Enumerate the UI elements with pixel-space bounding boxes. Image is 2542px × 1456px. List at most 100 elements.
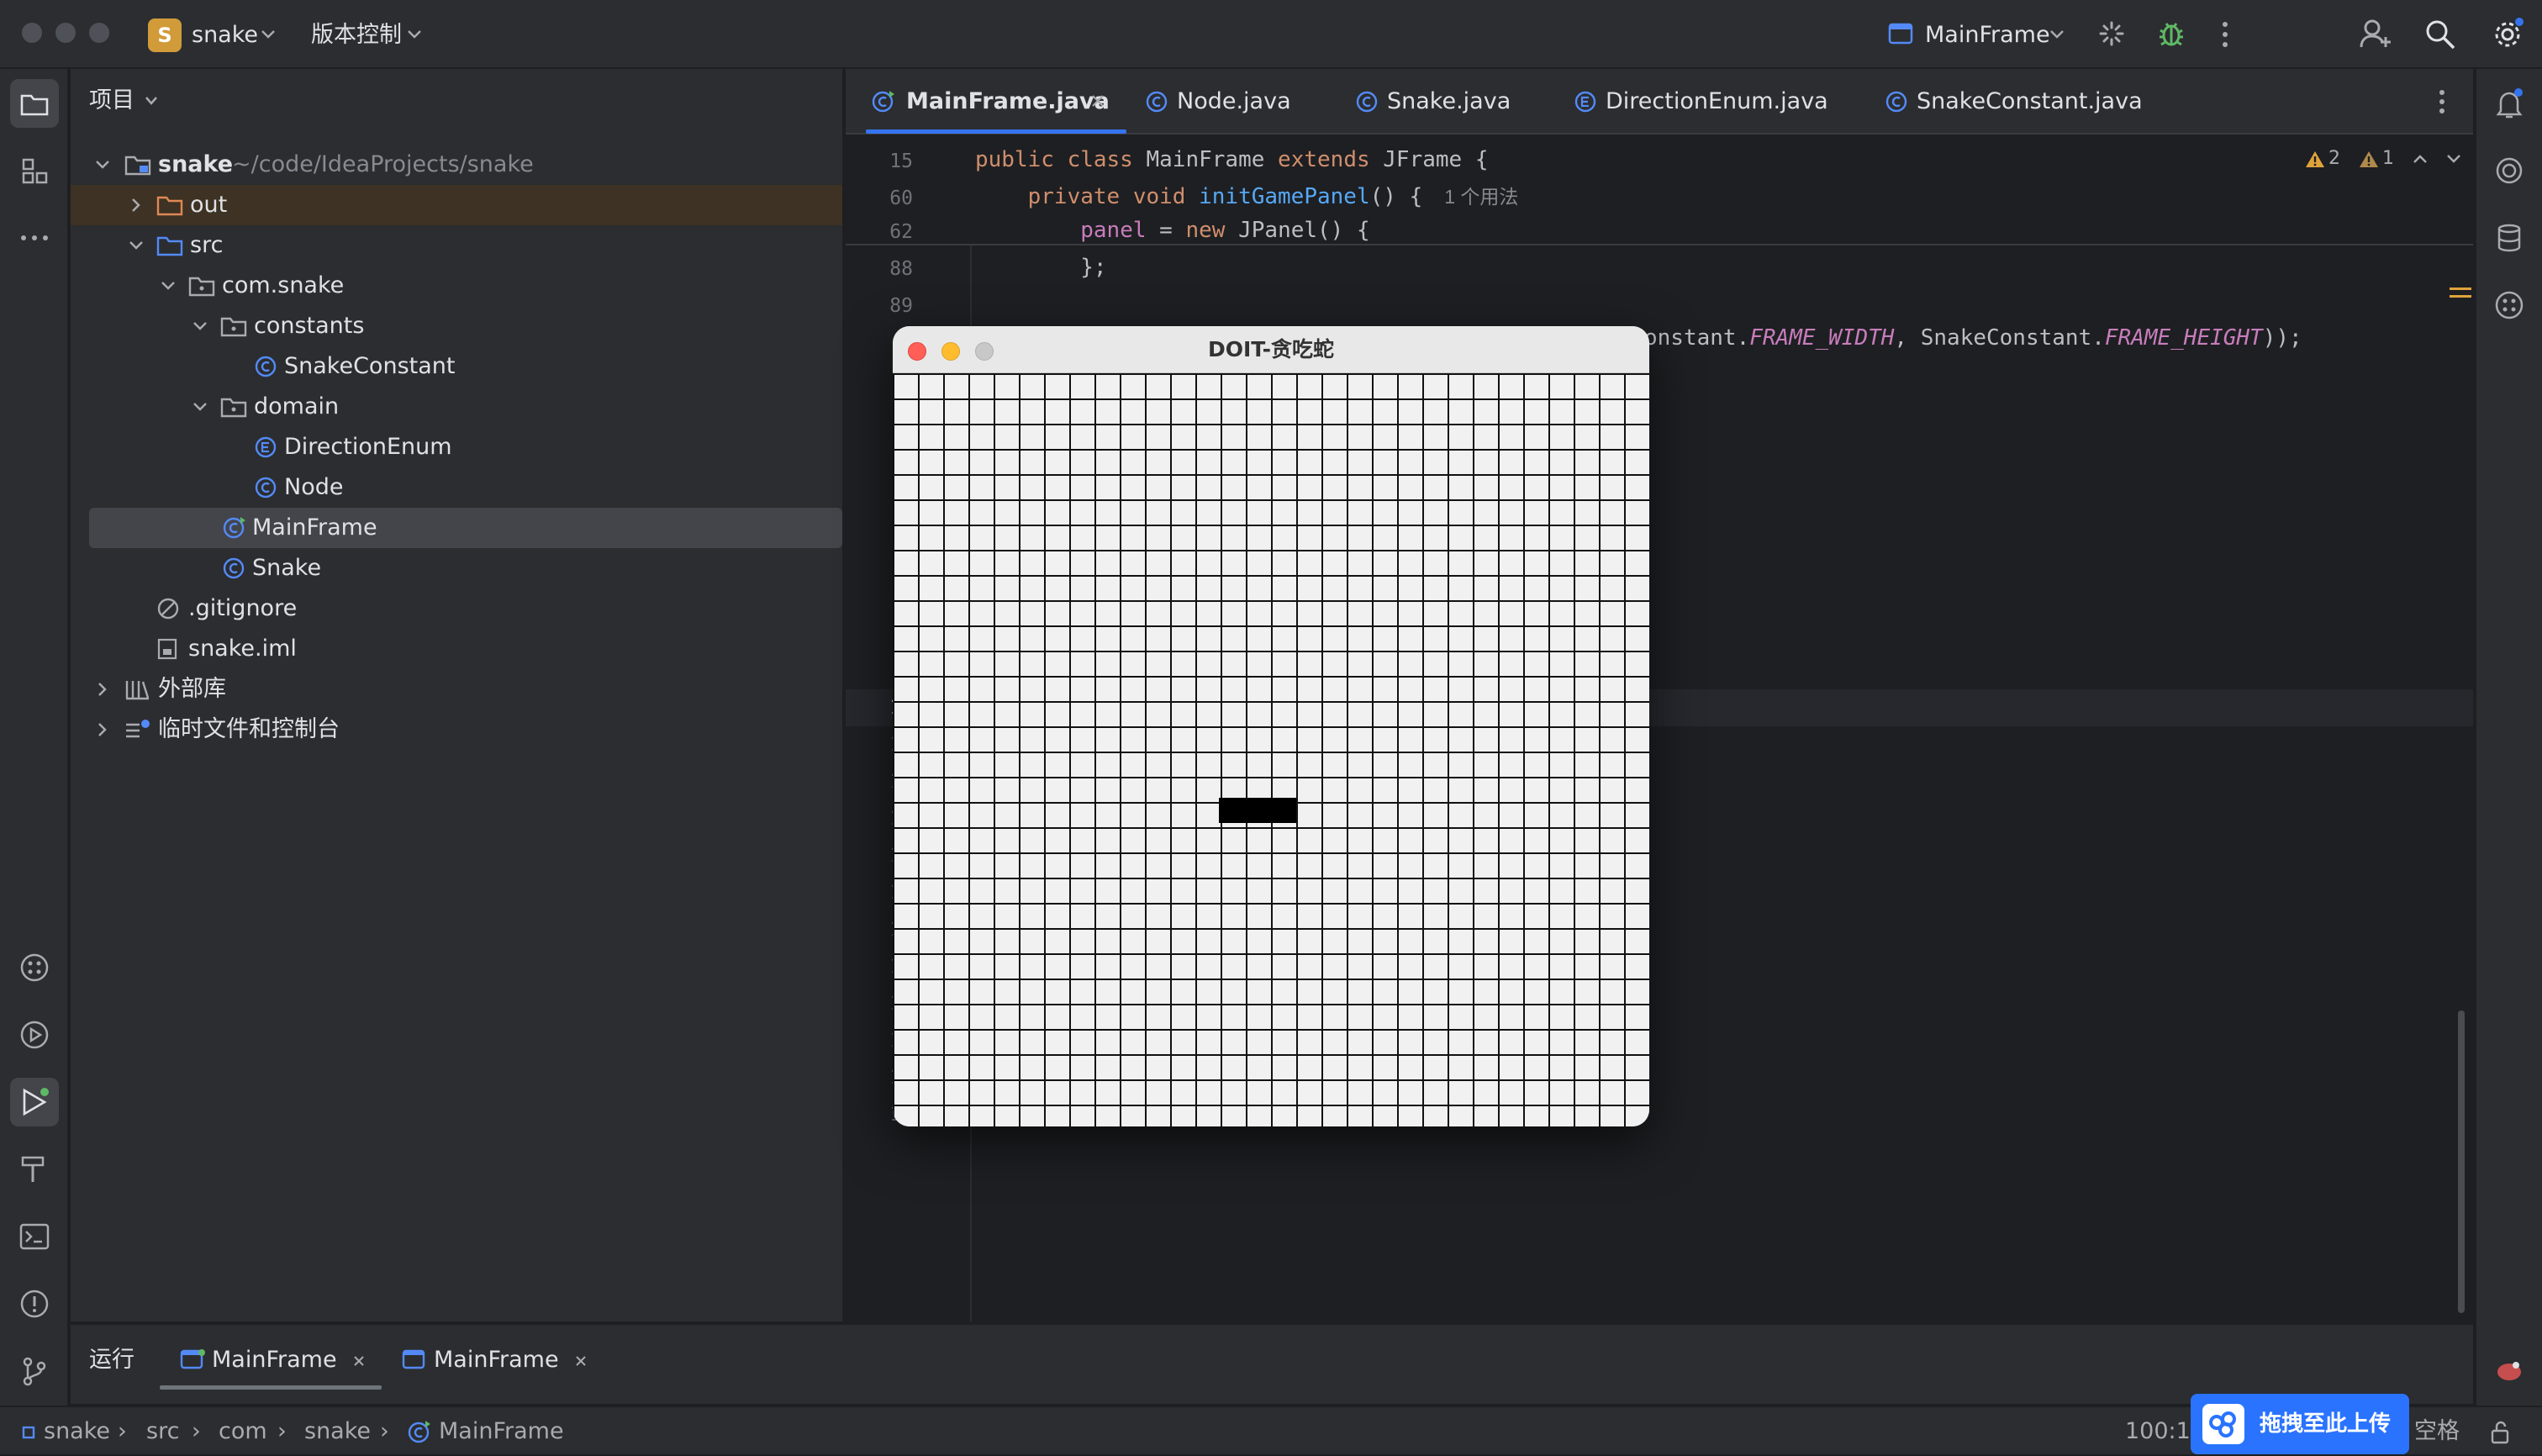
run-tab-mainframe-2[interactable]: MainFrame: [402, 1343, 604, 1377]
indent-setting[interactable]: 空格: [2414, 1407, 2460, 1456]
snake-body: [1219, 798, 1296, 823]
tab-label: DirectionEnum.java: [1606, 88, 1828, 114]
tab-label: Node.java: [1177, 88, 1291, 114]
tree-node-out[interactable]: out: [71, 185, 842, 225]
run-config-selector[interactable]: MainFrame: [1925, 18, 2050, 52]
run-tool-icon[interactable]: [10, 1078, 59, 1126]
game-close-button[interactable]: [908, 342, 926, 361]
line-number: 60: [889, 187, 913, 209]
problems-tool-icon[interactable]: [10, 1279, 59, 1328]
code-token: public class: [975, 147, 1147, 172]
project-tool-icon[interactable]: [10, 79, 59, 128]
terminal-tool-icon[interactable]: [10, 1212, 59, 1261]
editor-scrollbar[interactable]: [2458, 1010, 2465, 1313]
tree-node-constants[interactable]: constants: [71, 306, 842, 346]
close-icon[interactable]: [353, 1355, 365, 1367]
settings-gear-icon[interactable]: [2492, 17, 2525, 50]
game-zoom-button[interactable]: [975, 342, 994, 361]
window-close-button[interactable]: [22, 23, 42, 43]
game-board-grid[interactable]: [893, 373, 1649, 1126]
database-icon[interactable]: [2485, 214, 2534, 262]
loading-spinner-icon[interactable]: [2098, 20, 2125, 47]
chevron-down-icon[interactable]: [128, 237, 145, 254]
drag-upload-button[interactable]: 拖拽至此上传: [2191, 1394, 2409, 1454]
tree-node-directionenum[interactable]: DirectionEnum: [71, 427, 842, 467]
code-token: private void: [975, 184, 1200, 209]
code-line[interactable]: private void initGamePanel() {1 个用法: [975, 180, 1519, 214]
tree-node-com-snake[interactable]: com.snake: [71, 266, 842, 306]
build-hammer-icon[interactable]: [10, 1145, 59, 1194]
tree-node-node[interactable]: Node: [71, 467, 842, 508]
breadcrumb-item[interactable]: src: [146, 1407, 179, 1456]
code-line[interactable]: };: [975, 251, 1106, 284]
code-line[interactable]: public class MainFrame extends JFrame {: [975, 143, 1489, 177]
tab-mainframe-java[interactable]: MainFrame.java: [866, 69, 1126, 135]
run-tab-mainframe-1[interactable]: MainFrame: [180, 1343, 382, 1377]
services-tool-icon[interactable]: [10, 1010, 59, 1059]
vcs-menu[interactable]: 版本控制: [311, 18, 402, 52]
project-name[interactable]: snake: [192, 18, 258, 52]
game-minimize-button[interactable]: [941, 342, 960, 361]
add-user-icon[interactable]: [2359, 17, 2392, 50]
project-panel-title[interactable]: 项目: [89, 84, 134, 118]
close-icon[interactable]: [1091, 94, 1105, 108]
coverage-icon[interactable]: [2485, 1347, 2534, 1395]
chevron-down-icon[interactable]: [2446, 153, 2461, 165]
structure-tool-icon[interactable]: [10, 146, 59, 195]
tree-node-snake[interactable]: snake ~/code/IdeaProjects/snake: [71, 145, 842, 185]
warning-stripe-marker[interactable]: [2450, 288, 2471, 298]
tree-node-snake-class[interactable]: Snake: [71, 548, 842, 588]
more-tools-icon[interactable]: [10, 214, 59, 262]
ai-assistant-icon[interactable]: [2485, 146, 2534, 195]
breadcrumb-item[interactable]: com: [219, 1407, 267, 1456]
plugins-tool-icon[interactable]: [10, 943, 59, 992]
tree-node-gitignore[interactable]: .gitignore: [71, 588, 842, 629]
tab-snakeconstant-java[interactable]: SnakeConstant.java: [1880, 69, 2216, 135]
tree-node-scratches[interactable]: 临时文件和控制台: [71, 710, 842, 750]
window-minimize-button[interactable]: [55, 23, 76, 43]
close-icon[interactable]: [575, 1355, 587, 1367]
project-badge[interactable]: S: [148, 18, 182, 52]
breadcrumb-item[interactable]: MainFrame: [439, 1407, 564, 1456]
code-line[interactable]: onstant.FRAME_WIDTH, SnakeConstant.FRAME…: [1644, 321, 2302, 355]
chevron-down-icon[interactable]: [192, 318, 208, 335]
tree-node-snakeconstant[interactable]: SnakeConstant: [71, 346, 842, 387]
chevron-right-icon[interactable]: [128, 197, 145, 214]
tree-label: MainFrame: [252, 514, 377, 541]
title-bar: S snake 版本控制 MainFrame: [0, 0, 2542, 69]
more-vertical-icon[interactable]: [2438, 89, 2446, 114]
git-branch-icon[interactable]: [10, 1347, 59, 1395]
run-panel-title[interactable]: 运行: [89, 1343, 134, 1377]
debug-bug-icon[interactable]: [2157, 18, 2186, 49]
plugin-tool-icon[interactable]: [2485, 281, 2534, 330]
tree-node-src[interactable]: src: [71, 225, 842, 266]
usage-hint[interactable]: 1 个用法: [1444, 186, 1518, 208]
breadcrumb-item[interactable]: snake: [44, 1407, 110, 1456]
tree-node-snake-iml[interactable]: snake.iml: [71, 629, 842, 669]
chevron-up-icon[interactable]: [2413, 153, 2428, 165]
breadcrumb-item[interactable]: snake: [304, 1407, 371, 1456]
chevron-down-icon[interactable]: [94, 156, 111, 173]
cursor-position[interactable]: 100:1: [2125, 1407, 2191, 1456]
chevron-right-icon: ›: [277, 1418, 287, 1444]
tree-node-external-libraries[interactable]: 外部库: [71, 669, 842, 710]
more-vertical-icon[interactable]: [2221, 20, 2229, 49]
notifications-bell-icon[interactable]: [2485, 79, 2534, 128]
chevron-right-icon[interactable]: [94, 681, 111, 698]
tab-node-java[interactable]: Node.java: [1140, 69, 1358, 135]
window-zoom-button[interactable]: [89, 23, 109, 43]
line-number: 88: [889, 258, 913, 280]
chevron-down-icon[interactable]: [160, 277, 177, 294]
tab-snake-java[interactable]: Snake.java: [1350, 69, 1569, 135]
search-icon[interactable]: [2424, 18, 2456, 50]
code-line[interactable]: panel = new JPanel() {: [975, 214, 1369, 247]
tab-directionenum-java[interactable]: DirectionEnum.java: [1569, 69, 1871, 135]
game-window-title[interactable]: DOIT-贪吃蛇: [893, 326, 1649, 373]
status-bar: snake › src › com › snake › MainFrame 10…: [0, 1406, 2542, 1454]
tree-node-mainframe[interactable]: MainFrame: [71, 508, 842, 548]
chevron-down-icon[interactable]: [192, 398, 208, 415]
tree-node-domain[interactable]: domain: [71, 387, 842, 427]
code-token: , SnakeConstant.: [1894, 325, 2105, 351]
chevron-right-icon[interactable]: [94, 721, 111, 738]
lock-icon[interactable]: [2490, 1421, 2512, 1444]
